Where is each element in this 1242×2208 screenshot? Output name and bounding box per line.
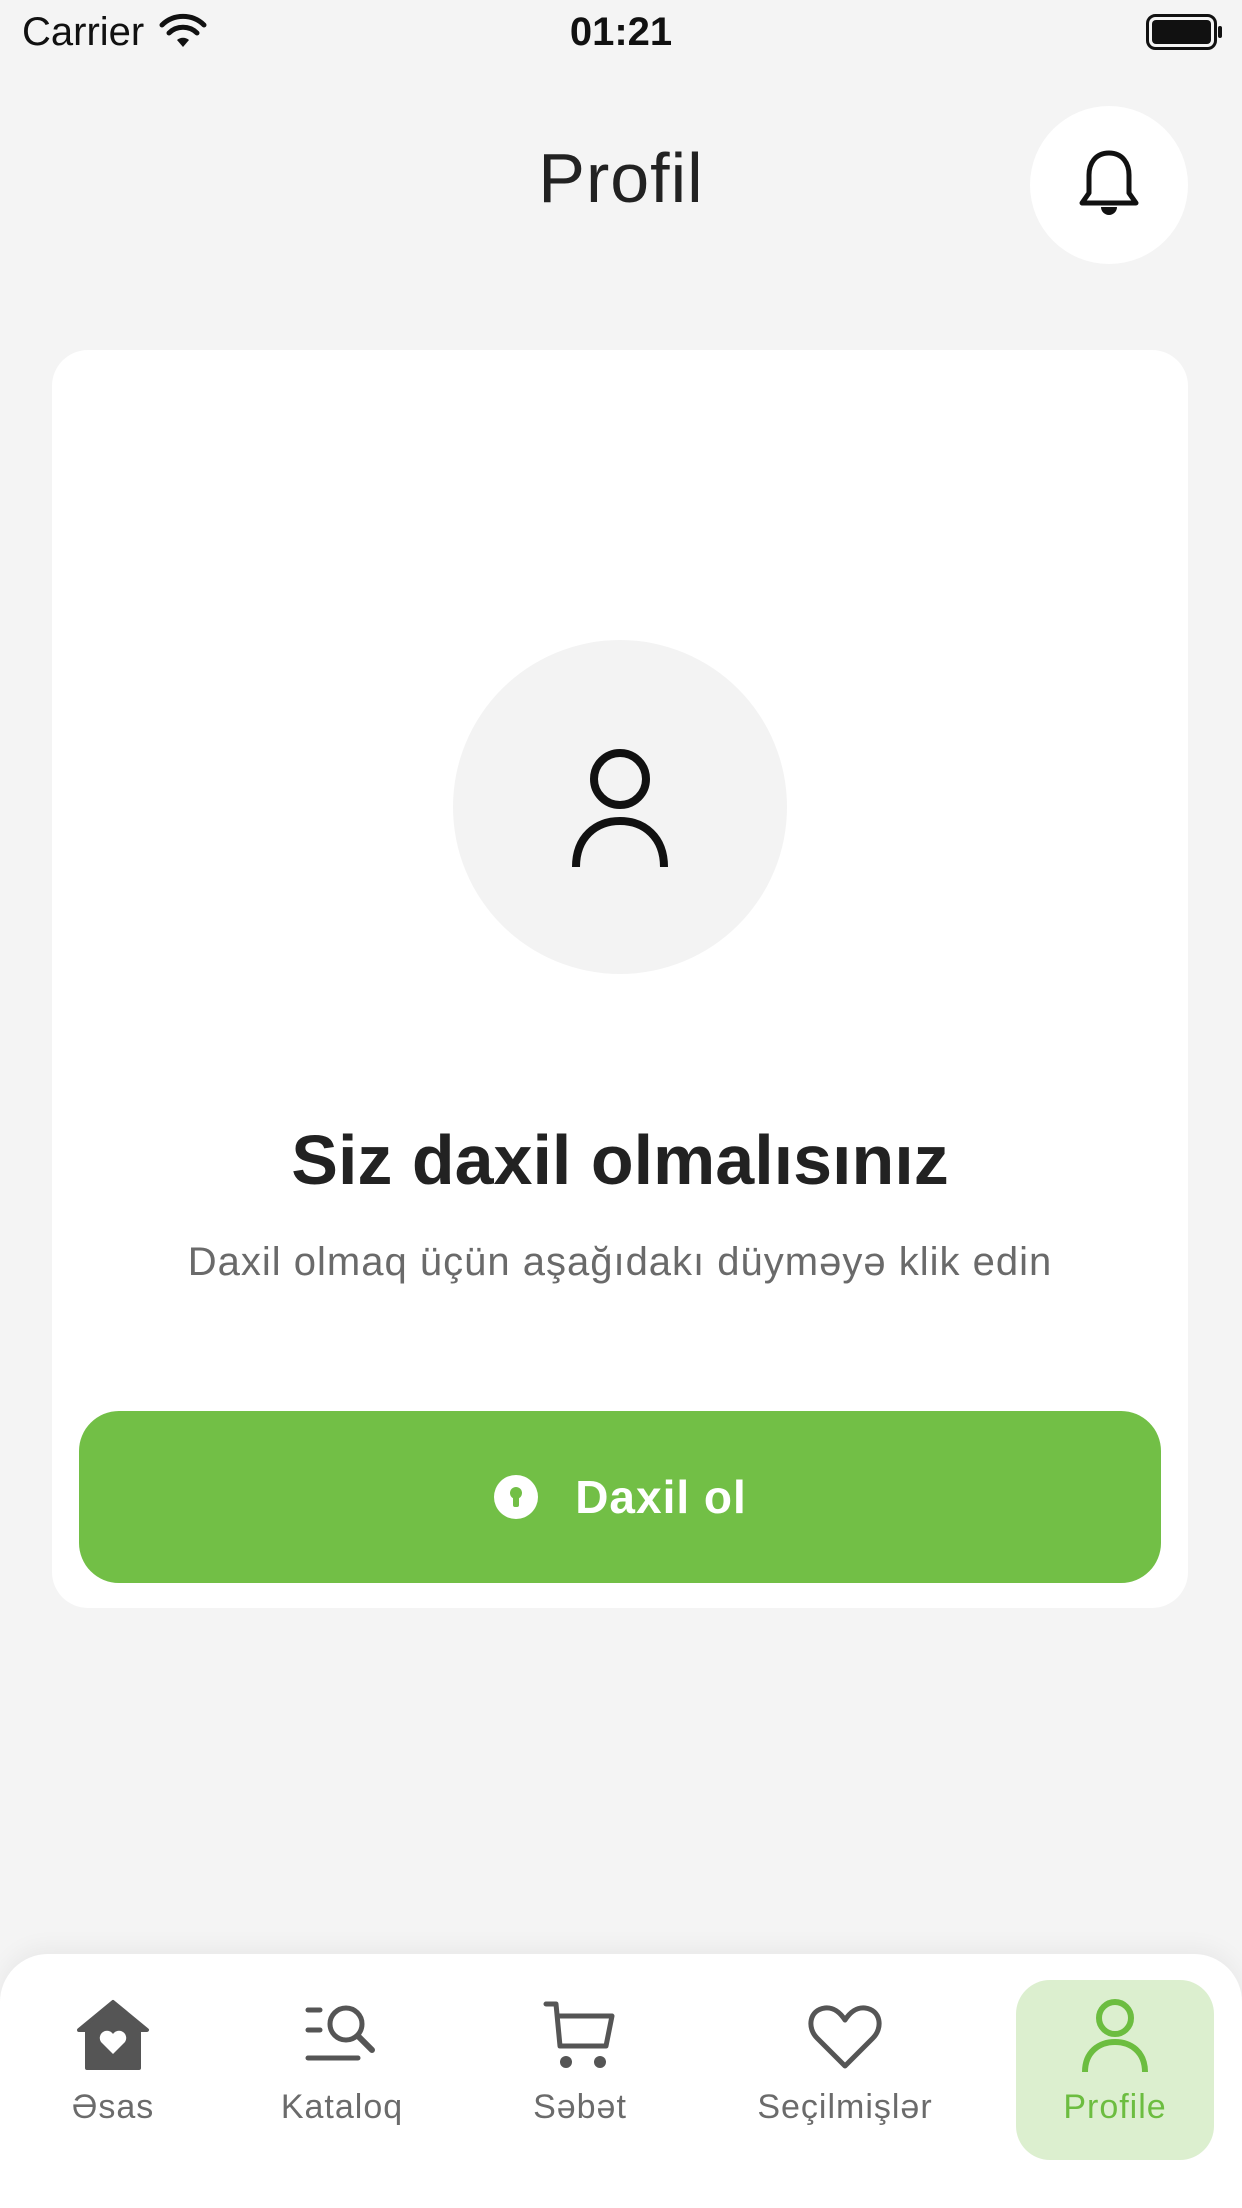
battery-icon: [1146, 14, 1222, 50]
nav-item-home[interactable]: Əsas: [40, 1980, 186, 2160]
catalog-search-icon: [305, 2005, 375, 2061]
login-required-title: Siz daxil olmalısınız: [291, 1121, 949, 1199]
nav-label-cart: Səbət: [533, 2088, 627, 2126]
nav-item-favorites[interactable]: Seçilmişlər: [740, 1980, 950, 2160]
login-button-label: Daxil ol: [575, 1471, 747, 1523]
bottom-navigation: Əsas Kataloq Səbət Seçilmişlər Profile: [0, 1954, 1242, 2208]
nav-label-home: Əsas: [71, 2088, 155, 2126]
user-icon: [572, 749, 668, 868]
notifications-button[interactable]: [1030, 106, 1188, 264]
nav-item-profile[interactable]: Profile: [1016, 1980, 1214, 2160]
status-time: 01:21: [569, 10, 673, 54]
login-button[interactable]: Daxil ol: [79, 1411, 1161, 1583]
nav-item-cart[interactable]: Səbət: [500, 1980, 660, 2160]
nav-label-profile: Profile: [1063, 2088, 1167, 2126]
nav-label-favorites: Seçilmişlər: [757, 2088, 933, 2126]
nav-item-catalog[interactable]: Kataloq: [262, 1980, 422, 2160]
login-required-subtitle: Daxil olmaq üçün aşağıdakı düyməyə klik …: [187, 1240, 1053, 1284]
profile-icon: [1082, 1999, 1148, 2073]
avatar: [453, 640, 787, 974]
bell-icon: [1079, 150, 1139, 215]
cart-icon: [543, 2001, 615, 2068]
keyhole-icon: [494, 1475, 539, 1519]
nav-label-catalog: Kataloq: [280, 2088, 404, 2126]
login-prompt-card: Siz daxil olmalısınız Daxil olmaq üçün a…: [52, 350, 1188, 1608]
heart-icon: [808, 2005, 882, 2069]
home-heart-icon: [77, 2000, 149, 2070]
status-bar: Carrier 01:21: [0, 0, 1242, 70]
